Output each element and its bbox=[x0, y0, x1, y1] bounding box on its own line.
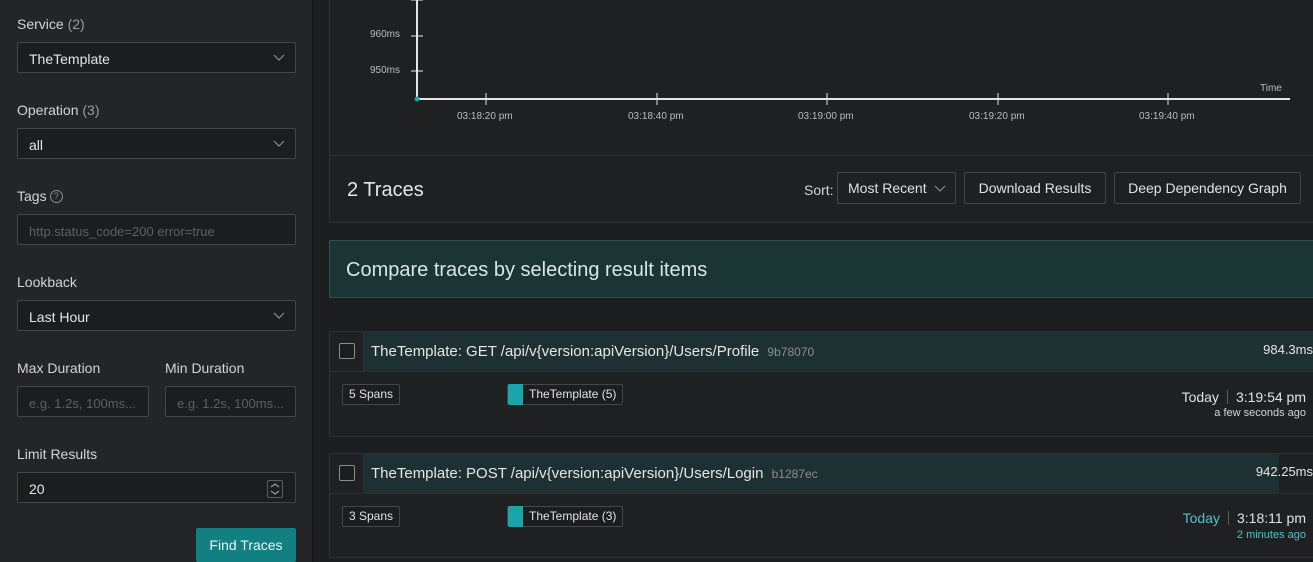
max-duration-label: Max Duration bbox=[17, 360, 101, 376]
trace-result-item[interactable]: TheTemplate: GET /api/v{version:apiVersi… bbox=[329, 331, 1313, 437]
min-duration-label: Min Duration bbox=[165, 360, 245, 376]
trace-title[interactable]: TheTemplate: GET /api/v{version:apiVersi… bbox=[371, 343, 814, 360]
trace-select-checkbox[interactable] bbox=[339, 343, 355, 359]
y-tick-label: 970ms bbox=[370, 0, 400, 3]
limit-results-value: 20 bbox=[29, 481, 45, 497]
trace-title[interactable]: TheTemplate: POST /api/v{version:apiVers… bbox=[371, 465, 818, 482]
trace-header[interactable]: TheTemplate: POST /api/v{version:apiVers… bbox=[330, 454, 1313, 494]
span-count-badge: 3 Spans bbox=[342, 506, 401, 527]
tags-input[interactable]: http.status_code=200 error=true bbox=[17, 214, 296, 245]
sort-label: Sort: bbox=[804, 182, 834, 198]
limit-results-input[interactable]: 20 bbox=[17, 472, 296, 503]
service-color-swatch bbox=[508, 506, 523, 527]
origin-point bbox=[414, 96, 420, 102]
trace-result-item[interactable]: TheTemplate: POST /api/v{version:apiVers… bbox=[329, 453, 1313, 558]
x-tick-label: 03:18:20 pm bbox=[457, 111, 513, 122]
service-color-swatch bbox=[508, 384, 523, 405]
search-sidebar: Service (2) TheTemplate Operation (3) al… bbox=[0, 0, 313, 562]
lookback-select[interactable]: Last Hour bbox=[17, 300, 296, 331]
chevron-down-icon bbox=[273, 54, 285, 61]
trace-duration: 942.25ms bbox=[1255, 464, 1313, 479]
results-panel: 970ms 960ms 950ms 03:18:20 pm 03:18:40 p… bbox=[313, 0, 1313, 562]
number-stepper-icon[interactable] bbox=[267, 480, 283, 498]
compare-banner-text: Compare traces by selecting result items bbox=[346, 259, 708, 281]
min-duration-placeholder: e.g. 1.2s, 100ms... bbox=[177, 396, 284, 411]
limit-results-label: Limit Results bbox=[17, 446, 98, 462]
traces-scatter-chart: 970ms 960ms 950ms 03:18:20 pm 03:18:40 p… bbox=[329, 0, 1313, 156]
tags-label: Tags? bbox=[17, 188, 63, 204]
max-duration-input[interactable]: e.g. 1.2s, 100ms... bbox=[17, 386, 149, 417]
trace-id: 9b78070 bbox=[767, 345, 815, 359]
trace-duration: 984.3ms bbox=[1263, 342, 1313, 357]
trace-id: b1287ec bbox=[771, 467, 818, 481]
find-traces-button[interactable]: Find Traces bbox=[196, 528, 296, 562]
service-label: Service (2) bbox=[17, 16, 85, 32]
x-axis-label: Time bbox=[1260, 83, 1282, 94]
span-count-badge: 5 Spans bbox=[342, 384, 401, 405]
tags-placeholder: http.status_code=200 error=true bbox=[29, 224, 215, 239]
lookback-label: Lookback bbox=[17, 274, 77, 290]
max-duration-placeholder: e.g. 1.2s, 100ms... bbox=[29, 396, 136, 411]
service-select[interactable]: TheTemplate bbox=[17, 42, 296, 73]
chevron-down-icon bbox=[273, 140, 285, 147]
y-tick-label: 950ms bbox=[370, 65, 401, 76]
x-tick-label: 03:19:20 pm bbox=[969, 111, 1025, 122]
chart-axes bbox=[411, 0, 1290, 105]
trace-header[interactable]: TheTemplate: GET /api/v{version:apiVersi… bbox=[330, 332, 1313, 372]
info-icon[interactable]: ? bbox=[49, 190, 63, 203]
sort-select-value: Most Recent bbox=[848, 180, 927, 196]
service-tag: TheTemplate (5) bbox=[507, 384, 624, 405]
chevron-down-icon bbox=[934, 185, 946, 192]
x-tick-label: 03:18:40 pm bbox=[628, 111, 684, 122]
y-tick-label: 960ms bbox=[370, 29, 401, 40]
min-duration-input[interactable]: e.g. 1.2s, 100ms... bbox=[165, 386, 296, 417]
compare-banner: Compare traces by selecting result items bbox=[329, 240, 1313, 298]
traces-count-title: 2 Traces bbox=[347, 179, 424, 201]
trace-relative-time: a few seconds ago bbox=[1214, 407, 1306, 419]
trace-timestamp: Today 3:18:11 pm bbox=[1182, 510, 1306, 526]
operation-label: Operation (3) bbox=[17, 102, 100, 118]
chevron-down-icon bbox=[273, 312, 285, 319]
service-select-value: TheTemplate bbox=[29, 51, 110, 67]
download-results-button[interactable]: Download Results bbox=[964, 172, 1106, 204]
lookback-select-value: Last Hour bbox=[29, 309, 90, 325]
x-tick-label: 03:19:40 pm bbox=[1139, 111, 1195, 122]
operation-select[interactable]: all bbox=[17, 128, 296, 159]
operation-select-value: all bbox=[29, 137, 44, 153]
service-tag: TheTemplate (3) bbox=[507, 506, 624, 527]
trace-relative-time: 2 minutes ago bbox=[1236, 529, 1306, 541]
x-tick-label: 03:19:00 pm bbox=[798, 111, 854, 122]
results-header: 2 Traces Sort: Most Recent Download Resu… bbox=[329, 155, 1313, 223]
deep-dependency-graph-button[interactable]: Deep Dependency Graph bbox=[1114, 172, 1301, 204]
trace-timestamp: Today 3:19:54 pm bbox=[1181, 389, 1306, 405]
sort-select[interactable]: Most Recent bbox=[837, 172, 956, 204]
trace-select-checkbox[interactable] bbox=[339, 465, 355, 481]
